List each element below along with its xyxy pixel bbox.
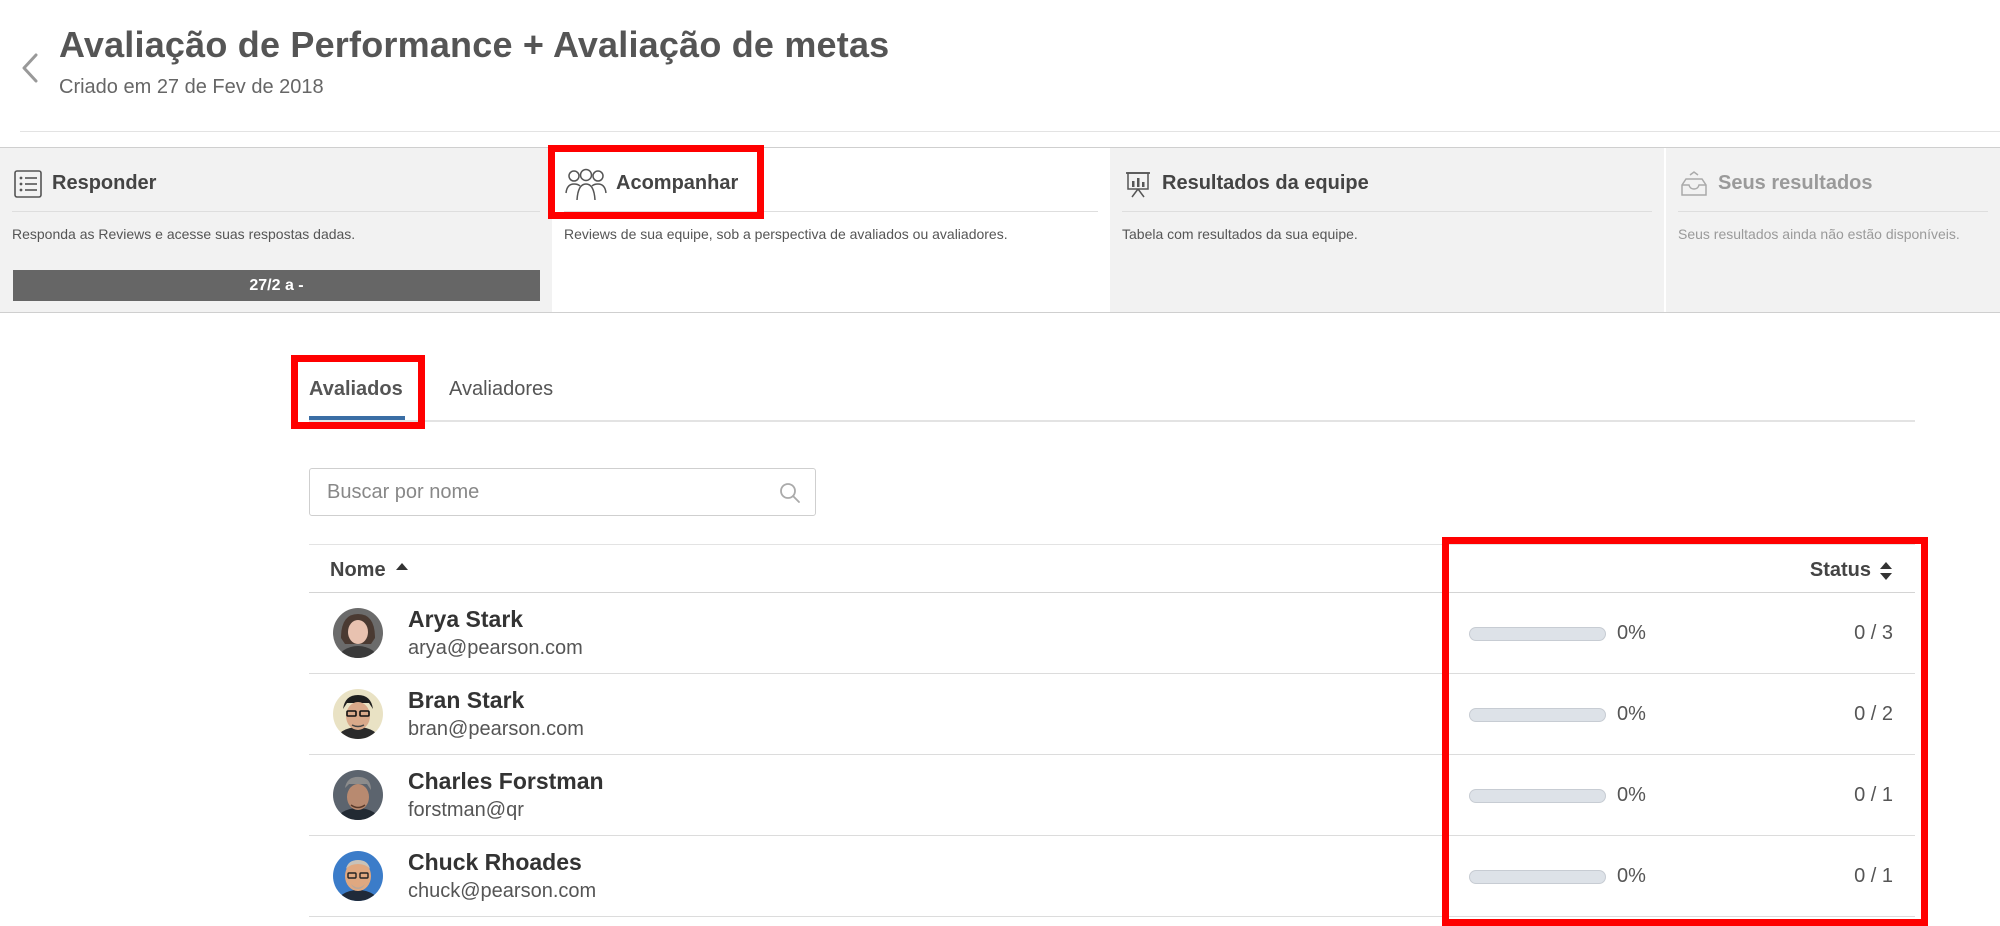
step-responder[interactable]: Responder Responda as Reviews e acesse s… [0,148,552,312]
progress-percent: 0% [1617,784,1646,806]
search-input[interactable] [310,469,815,515]
avatar [333,608,383,658]
progress-bar [1469,708,1606,722]
review-count: 0 / 2 [1854,703,1893,725]
table-row[interactable]: Charles Forstman forstman@qr 0% 0 / 1 [309,755,1915,836]
search-box [309,468,816,516]
step-title: Responder [52,172,157,194]
inbox-icon [1678,168,1710,200]
review-count: 0 / 1 [1854,865,1893,887]
sort-ascending-icon [395,562,408,570]
step-title: Resultados da equipe [1162,172,1369,194]
tab-avaliados[interactable]: Avaliados [309,378,403,401]
progress-bar [1469,789,1606,803]
step-period-bar: 27/2 a - [13,270,540,301]
presentation-chart-icon [1122,168,1154,200]
avatar [333,770,383,820]
person-name: Bran Stark [408,687,525,713]
team-icon [564,168,608,200]
evaluatees-table: Nome Status Arya Stark arya@pearson.com [309,544,1915,917]
step-description: Seus resultados ainda não estão disponív… [1678,226,1960,242]
step-description: Reviews de sua equipe, sob a perspectiva… [564,226,1008,242]
table-row[interactable]: Chuck Rhoades chuck@pearson.com 0% 0 / 1 [309,836,1915,917]
table-header: Nome Status [309,544,1915,593]
step-acompanhar[interactable]: Acompanhar Reviews de sua equipe, sob a … [552,148,1110,312]
avatar [333,851,383,901]
table-row[interactable]: Arya Stark arya@pearson.com 0% 0 / 3 [309,593,1915,674]
person-name: Charles Forstman [408,768,604,794]
column-label: Nome [330,559,386,581]
progress-bar [1469,627,1606,641]
table-row[interactable]: Bran Stark bran@pearson.com 0% 0 / 2 [309,674,1915,755]
review-count: 0 / 3 [1854,622,1893,644]
review-count: 0 / 1 [1854,784,1893,806]
chevron-left-icon [22,53,38,83]
active-tab-indicator [309,416,405,420]
header-divider [20,131,2000,132]
step-resultados-equipe[interactable]: Resultados da equipe Tabela com resultad… [1110,148,1664,312]
tab-avaliadores[interactable]: Avaliadores [449,378,553,401]
person-email: forstman@qr [408,799,524,821]
step-description: Responda as Reviews e acesse suas respos… [12,226,356,242]
step-seus-resultados: Seus resultados Seus resultados ainda nã… [1666,148,2000,312]
progress-bar [1469,870,1606,884]
column-header-name[interactable]: Nome [330,559,410,582]
person-email: arya@pearson.com [408,637,583,659]
page-title: Avaliação de Performance + Avaliação de … [59,24,890,65]
page-subtitle: Criado em 27 de Fev de 2018 [59,76,324,98]
list-icon [12,168,44,200]
person-email: bran@pearson.com [408,718,584,740]
step-cards: Responder Responda as Reviews e acesse s… [0,147,2000,313]
column-header-status[interactable]: Status [1810,559,1893,582]
column-label: Status [1809,559,1871,581]
step-title: Acompanhar [616,172,739,194]
back-button[interactable] [14,48,46,88]
progress-percent: 0% [1617,622,1646,644]
tab-bar: Avaliados Avaliadores [309,360,1915,422]
person-name: Chuck Rhoades [408,849,582,875]
step-description: Tabela com resultados da sua equipe. [1122,226,1358,242]
search-icon[interactable] [779,482,801,504]
person-name: Arya Stark [408,606,524,632]
sort-both-icon [1880,561,1892,580]
step-title: Seus resultados [1718,172,1873,194]
person-email: chuck@pearson.com [408,880,597,902]
avatar [333,689,383,739]
progress-percent: 0% [1617,865,1646,887]
progress-percent: 0% [1617,703,1646,725]
